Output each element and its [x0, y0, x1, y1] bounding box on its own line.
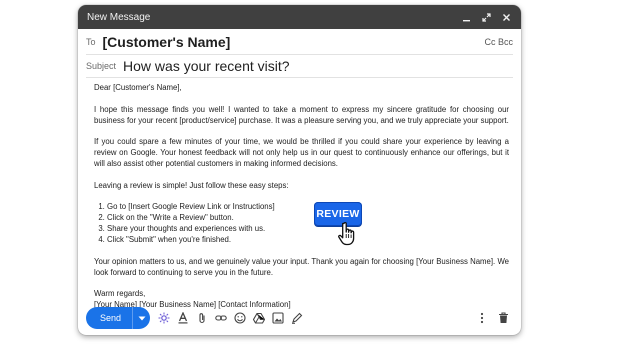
message-body[interactable]: Dear [Customer's Name], I hope this mess…	[78, 78, 521, 310]
window-title: New Message	[87, 11, 151, 23]
paragraph-1: I hope this message finds you well! I wa…	[94, 104, 509, 125]
expand-icon[interactable]	[481, 12, 491, 22]
drive-icon[interactable]	[253, 312, 266, 324]
minimize-icon[interactable]	[461, 12, 471, 22]
close-icon[interactable]	[501, 12, 511, 22]
insert-photo-icon[interactable]	[272, 312, 284, 324]
attach-icon[interactable]	[196, 312, 208, 324]
more-options-icon[interactable]	[476, 312, 488, 324]
to-label: To	[86, 36, 96, 47]
steps-intro: Leaving a review is simple! Just follow …	[94, 180, 289, 190]
compose-window: New Message To [Customer's Name] Cc Bcc …	[78, 5, 521, 335]
compose-toolbar: Send	[78, 301, 521, 335]
send-button[interactable]: Send	[86, 307, 132, 329]
steps-list: Go to [Insert Google Review Link or Inst…	[94, 201, 509, 245]
greeting: Dear [Customer's Name],	[94, 83, 182, 92]
cc-bcc-link[interactable]: Cc Bcc	[484, 37, 513, 47]
send-button-group[interactable]: Send	[86, 307, 151, 329]
link-icon[interactable]	[215, 312, 227, 324]
emoji-icon[interactable]	[234, 312, 246, 324]
closing: Warm regards,	[94, 289, 146, 298]
formatting-icon[interactable]	[177, 312, 189, 324]
to-row[interactable]: To [Customer's Name] Cc Bcc	[86, 29, 513, 55]
list-item: Share your thoughts and experiences with…	[107, 223, 509, 234]
paragraph-3: Your opinion matters to us, and we genui…	[94, 256, 509, 277]
ai-sparkle-icon[interactable]	[158, 312, 170, 324]
subject-field[interactable]: How was your recent visit?	[123, 58, 290, 74]
subject-row[interactable]: Subject How was your recent visit?	[86, 55, 513, 78]
list-item: Click "Submit" when you're finished.	[107, 234, 509, 245]
list-item: Go to [Insert Google Review Link or Inst…	[107, 201, 509, 212]
list-item: Click on the "Write a Review" button.	[107, 212, 509, 223]
to-field[interactable]: [Customer's Name]	[103, 34, 485, 50]
send-options-dropdown[interactable]	[132, 307, 150, 329]
trash-icon[interactable]	[497, 312, 509, 324]
paragraph-2: If you could spare a few minutes of your…	[94, 137, 509, 168]
subject-label: Subject	[86, 61, 117, 71]
title-bar: New Message	[78, 5, 521, 29]
signature-pen-icon[interactable]	[291, 312, 303, 324]
pointer-hand-icon	[337, 221, 359, 252]
